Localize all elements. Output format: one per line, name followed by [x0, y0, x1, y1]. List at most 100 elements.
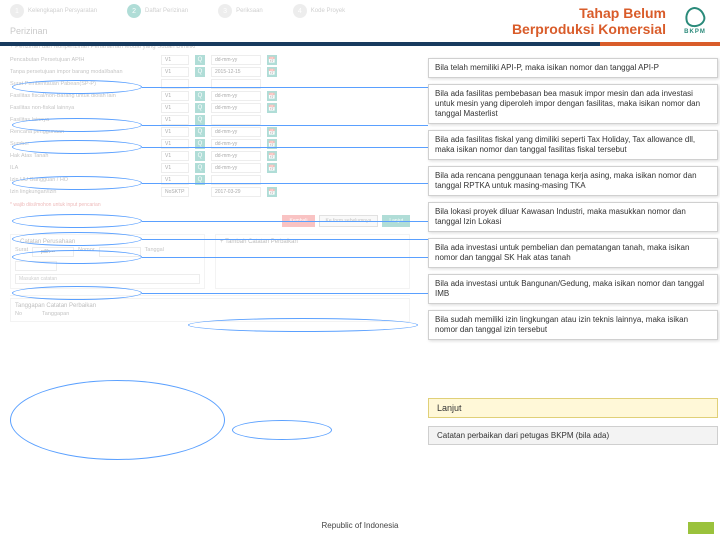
search-icon[interactable]: Q: [195, 103, 205, 113]
date-input[interactable]: [211, 103, 261, 113]
field-nomor[interactable]: [99, 247, 141, 257]
row-label: Tanpa persetujuan impor barang modal/bah…: [10, 69, 155, 75]
num-input[interactable]: [161, 127, 189, 137]
date-input[interactable]: [211, 115, 261, 125]
field-surat-label: Surat: [15, 247, 28, 257]
row-label: ILA: [10, 165, 155, 171]
search-icon[interactable]: Q: [195, 163, 205, 173]
panel-catatan: − Catatan Perusahaan Surat Nomor Tanggal: [10, 234, 205, 289]
info-box: Bila ada fasilitas pembebasan bea masuk …: [428, 84, 718, 124]
num-input[interactable]: [161, 91, 189, 101]
form-row: Hak Atas Tanah Q 📅: [0, 150, 425, 162]
calendar-icon[interactable]: 📅: [267, 163, 277, 173]
search-icon[interactable]: Q: [195, 139, 205, 149]
footer-text: Republic of Indonesia: [322, 521, 399, 530]
lanjut-box: Lanjut: [428, 398, 718, 418]
date-input[interactable]: [211, 151, 261, 161]
calendar-icon[interactable]: 📅: [267, 67, 277, 77]
row-label: Izin lingkungan/izin: [10, 189, 155, 195]
title-line-1: Tahap Belum: [512, 5, 666, 21]
search-icon[interactable]: Q: [195, 127, 205, 137]
form-row: Tanpa persetujuan impor barang modal/bah…: [0, 66, 425, 78]
calendar-icon[interactable]: 📅: [267, 55, 277, 65]
search-icon[interactable]: Q: [195, 115, 205, 125]
date-input[interactable]: [211, 163, 261, 173]
row-label: Rencana penggunaan: [10, 129, 155, 135]
info-box: Bila telah memiliki API-P, maka isikan n…: [428, 58, 718, 78]
footer-accent: [688, 522, 714, 534]
divider: [10, 295, 410, 296]
calendar-icon[interactable]: 📅: [267, 151, 277, 161]
num-input[interactable]: [161, 151, 189, 161]
logo-icon: [683, 5, 707, 29]
date-input[interactable]: [211, 139, 261, 149]
calendar-icon[interactable]: 📅: [267, 91, 277, 101]
info-box: Bila ada investasi untuk Bangunan/Gedung…: [428, 274, 718, 304]
search-icon[interactable]: Q: [195, 91, 205, 101]
num-input[interactable]: [161, 187, 189, 197]
col-no: No: [15, 311, 22, 317]
form-row: Surat Pemberitauan Pabean(SP-P): [0, 78, 425, 90]
num-input[interactable]: [161, 67, 189, 77]
field-tanggal[interactable]: [15, 261, 57, 271]
field-nomor-label: Nomor: [78, 247, 95, 257]
search-icon[interactable]: Q: [195, 175, 205, 185]
calendar-icon[interactable]: 📅: [267, 103, 277, 113]
num-input[interactable]: [161, 79, 189, 89]
info-box: Bila ada investasi untuk pembelian dan p…: [428, 238, 718, 268]
lower-boxes: Lanjut Catatan perbaikan dari petugas BK…: [428, 398, 718, 445]
num-input[interactable]: [161, 55, 189, 65]
panel-tanggapan-title: Tanggapan Catatan Perbaikan: [15, 303, 405, 309]
bottom-panels: − Catatan Perusahaan Surat Nomor Tanggal…: [0, 230, 420, 293]
row-label: Izin UU Gangguan / HO: [10, 177, 155, 183]
form-row: Rencana penggunaan Q 📅: [0, 126, 425, 138]
row-label: Fasilitas fiscal/non-Barang untuk diolah…: [10, 93, 155, 99]
calendar-icon[interactable]: 📅: [267, 139, 277, 149]
row-label: Sumber: [10, 141, 155, 147]
calendar-icon[interactable]: 📅: [267, 187, 277, 197]
field-catatan[interactable]: [15, 274, 200, 284]
date-input[interactable]: [211, 187, 261, 197]
search-icon[interactable]: Q: [195, 67, 205, 77]
header-underline: [0, 42, 720, 46]
field-surat[interactable]: [32, 247, 74, 257]
info-box: Bila ada fasilitas fiskal yang dimiliki …: [428, 130, 718, 160]
form-row: Fasilitas fiscal/non-Barang untuk diolah…: [0, 90, 425, 102]
prev-button[interactable]: Ke form sebelumnya: [319, 215, 379, 227]
num-input[interactable]: [161, 139, 189, 149]
panel-tanggapan: Tanggapan Catatan Perbaikan No Tanggapan: [10, 298, 410, 322]
date-input[interactable]: [211, 175, 261, 185]
calendar-icon[interactable]: 📅: [267, 127, 277, 137]
panel-catatan-title: − Catatan Perusahaan: [15, 239, 200, 245]
back-button[interactable]: Kembali: [282, 215, 314, 227]
form-row: Izin UU Gangguan / HO Q: [0, 174, 425, 186]
search-icon[interactable]: Q: [195, 151, 205, 161]
catatan-box: Catatan perbaikan dari petugas BKPM (bil…: [428, 426, 718, 445]
num-input[interactable]: [161, 175, 189, 185]
row-label: Hak Atas Tanah: [10, 153, 155, 159]
panel-tambah: + Tambah Catatan Perbaikan: [215, 234, 410, 289]
header: Tahap Belum Berproduksi Komersial BKPM: [0, 0, 720, 42]
date-input[interactable]: [211, 79, 261, 89]
next-button[interactable]: Lanjut: [382, 215, 410, 227]
date-input[interactable]: [211, 91, 261, 101]
search-icon[interactable]: Q: [195, 55, 205, 65]
info-box: Bila ada rencana penggunaan tenaga kerja…: [428, 166, 718, 196]
date-input[interactable]: [211, 55, 261, 65]
date-input[interactable]: [211, 127, 261, 137]
info-boxes: Bila telah memiliki API-P, maka isikan n…: [428, 58, 718, 340]
row-label: Fasilitas lainnya: [10, 117, 155, 123]
action-buttons: Kembali Ke form sebelumnya Lanjut: [0, 212, 420, 230]
info-box: Bila lokasi proyek diluar Kawasan Indust…: [428, 202, 718, 232]
num-input[interactable]: [161, 103, 189, 113]
background-app: 1Kelengkapan Persyaratan 2Daftar Perizin…: [0, 0, 425, 540]
title-line-2: Berproduksi Komersial: [512, 21, 666, 37]
form-row: Fasilitas lainnya Q: [0, 114, 425, 126]
panel-tambah-title: + Tambah Catatan Perbaikan: [220, 239, 405, 245]
col-tanggapan: Tanggapan: [42, 311, 69, 317]
page-title: Tahap Belum Berproduksi Komersial: [512, 5, 666, 37]
num-input[interactable]: [161, 115, 189, 125]
date-input[interactable]: [211, 67, 261, 77]
form-row: Fasilitas non-fiskal lainnyaQ📅: [0, 102, 425, 114]
num-input[interactable]: [161, 163, 189, 173]
